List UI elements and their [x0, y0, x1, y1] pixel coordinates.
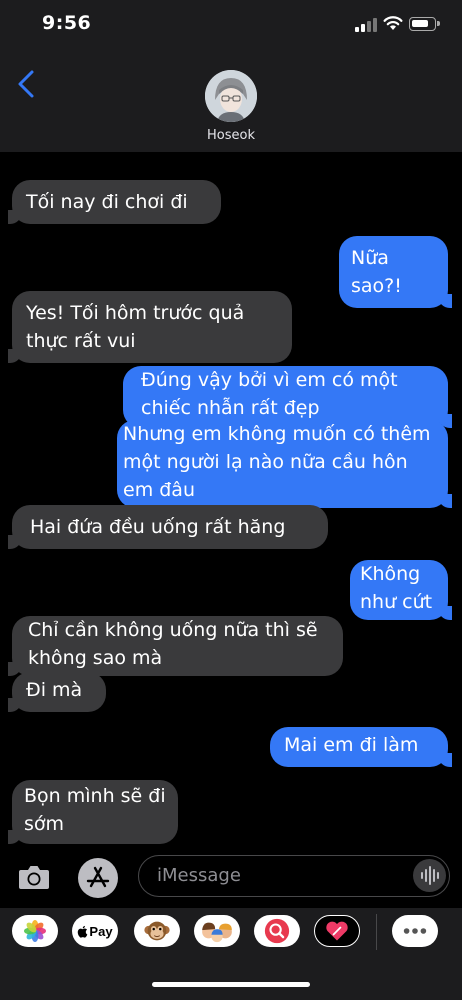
- app-store-icon: [86, 866, 110, 888]
- imessage-input[interactable]: iMessage: [138, 855, 450, 897]
- status-time: 9:56: [42, 12, 92, 34]
- message-bubble-received[interactable]: Bọn mình sẽ đi sớm: [8, 780, 178, 844]
- digital-touch-icon: [326, 921, 348, 941]
- battery-icon: [409, 17, 440, 31]
- message-text: Tối nay đi chơi đi: [26, 191, 188, 213]
- image-search-icon: [264, 918, 290, 944]
- app-drawer: Pay: [0, 908, 462, 1000]
- message-bubble-sent[interactable]: Nhưng em không muốn có thêm một người lạ…: [117, 420, 452, 508]
- message-text: Yes! Tối hôm trước quả thực rất vui: [26, 302, 245, 352]
- apple-logo-icon: [78, 925, 88, 938]
- message-bubble-sent[interactable]: Đúng vậy bởi vì em có một chiếc nhẫn rất…: [123, 366, 452, 428]
- audio-message-button[interactable]: [413, 859, 446, 892]
- message-bubble-received[interactable]: Yes! Tối hôm trước quả thực rất vui: [8, 291, 292, 363]
- message-text: Chỉ cần không uống nữa thì sẽ không sao …: [28, 619, 318, 669]
- chevron-left-icon[interactable]: [14, 68, 40, 100]
- message-text: Không như cứt: [360, 563, 433, 613]
- message-bubble-sent[interactable]: Nữa sao?!: [339, 236, 452, 308]
- message-bubble-sent[interactable]: Không như cứt: [350, 560, 452, 620]
- message-text: Nhưng em không muốn có thêm một người lạ…: [123, 423, 431, 501]
- animoji-button[interactable]: [134, 915, 180, 947]
- message-bubble-received[interactable]: Chỉ cần không uống nữa thì sẽ không sao …: [8, 616, 343, 676]
- photos-app-button[interactable]: [12, 915, 58, 947]
- home-indicator[interactable]: [152, 982, 310, 987]
- message-bubble-sent[interactable]: Mai em đi làm: [270, 727, 452, 767]
- message-bubble-received[interactable]: Tối nay đi chơi đi: [8, 180, 221, 224]
- message-text: Bọn mình sẽ đi sớm: [24, 785, 166, 835]
- digital-touch-button[interactable]: [314, 915, 360, 947]
- image-search-button[interactable]: [254, 915, 300, 947]
- apple-pay-button[interactable]: Pay: [72, 915, 118, 947]
- imessage-placeholder: iMessage: [157, 865, 241, 886]
- message-text: Nữa sao?!: [351, 247, 402, 297]
- more-apps-button[interactable]: [392, 915, 438, 947]
- more-apps-icon: [403, 928, 427, 934]
- memoji-button[interactable]: [194, 915, 240, 947]
- message-text: Đúng vậy bởi vì em có một chiếc nhẫn rất…: [141, 369, 398, 419]
- message-text: Đi mà: [26, 679, 83, 701]
- conversation-header: 9:56 Hoseok: [0, 0, 462, 152]
- message-text: Mai em đi làm: [284, 734, 419, 756]
- contact-avatar[interactable]: [205, 70, 257, 122]
- apple-pay-label: Pay: [89, 923, 113, 939]
- cellular-signal-icon: [355, 18, 377, 32]
- message-bubble-received[interactable]: Đi mà: [8, 672, 106, 712]
- compose-bar: iMessage: [0, 848, 462, 908]
- waveform-icon: [421, 866, 439, 885]
- photos-icon: [24, 920, 46, 942]
- status-bar: 9:56: [0, 0, 462, 50]
- drawer-divider: [376, 914, 377, 950]
- message-bubble-received[interactable]: Hai đứa đều uống rất hăng: [8, 505, 328, 549]
- memoji-icon: [202, 922, 232, 943]
- wifi-icon: [383, 16, 403, 30]
- camera-icon[interactable]: [18, 864, 50, 890]
- animoji-icon: [144, 921, 170, 941]
- app-store-button[interactable]: [78, 858, 118, 898]
- contact-name[interactable]: Hoseok: [0, 128, 462, 143]
- message-text: Hai đứa đều uống rất hăng: [30, 516, 286, 538]
